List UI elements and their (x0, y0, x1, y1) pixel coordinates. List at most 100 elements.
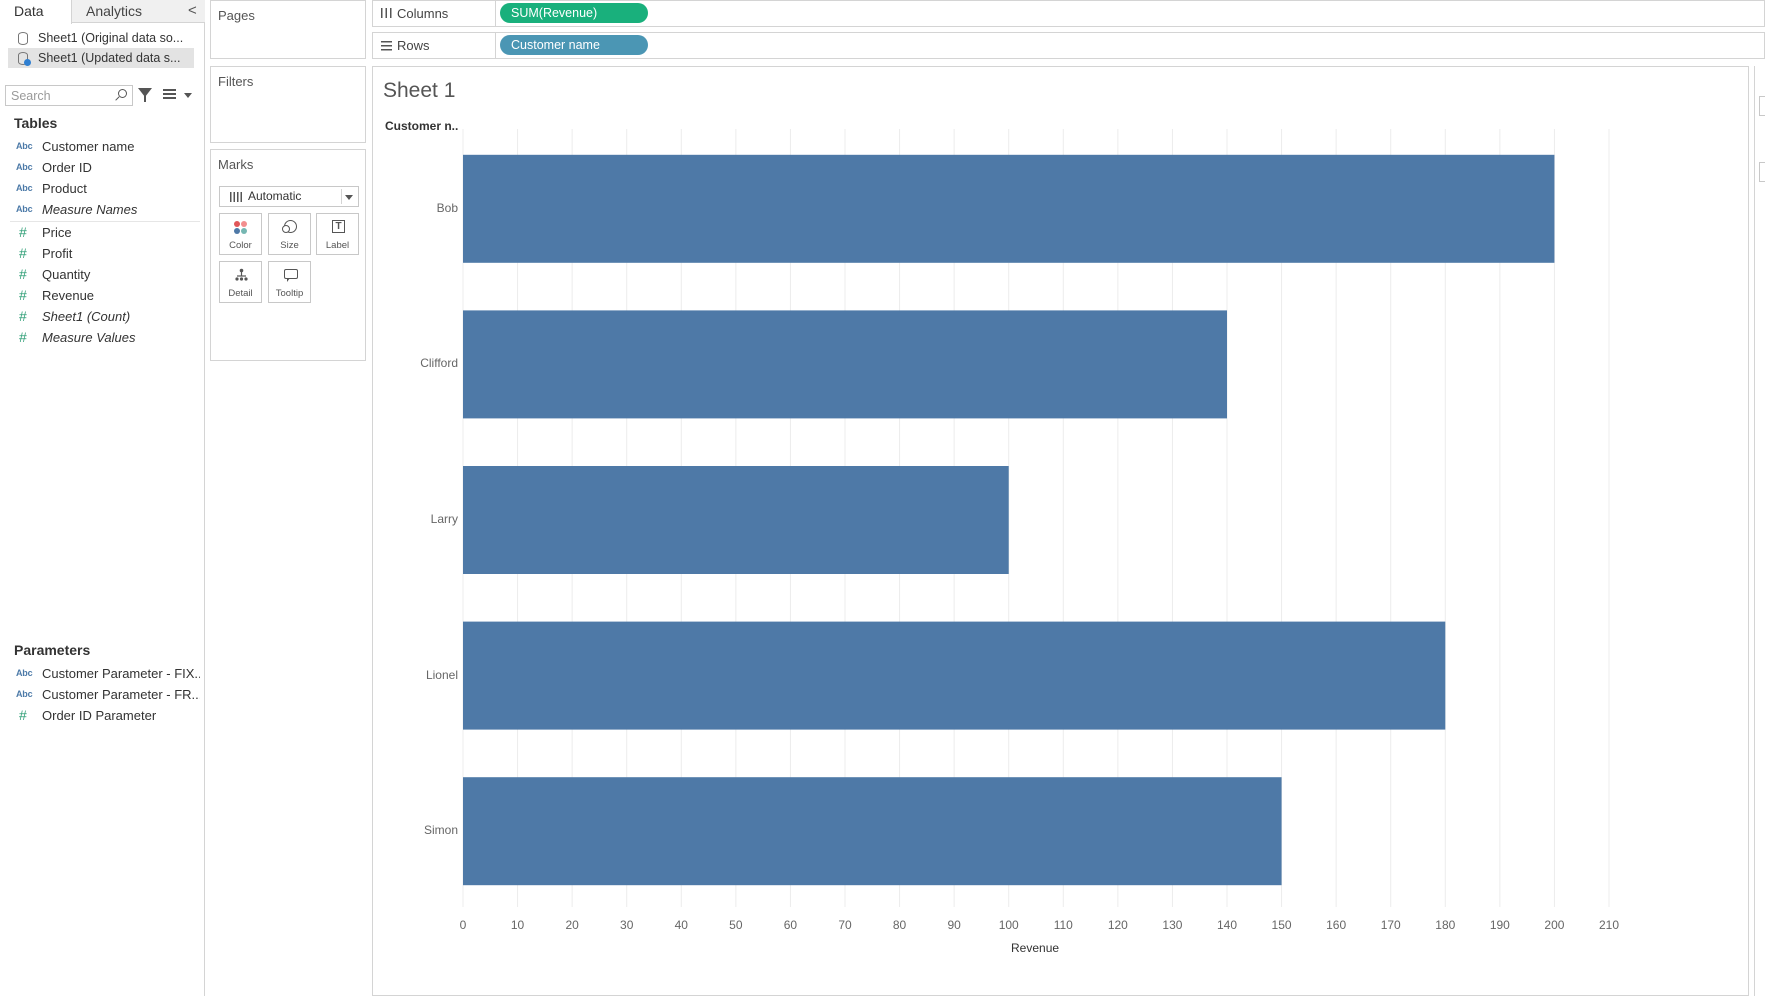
field-quantity[interactable]: # Quantity (10, 264, 200, 285)
data-source-item-selected[interactable]: Sheet1 (Updated data s... (8, 48, 194, 68)
field-measure-names[interactable]: Abc Measure Names (10, 199, 200, 220)
bar-chart-icon (230, 192, 242, 202)
parameter-label: Customer Parameter - FIX... (42, 666, 200, 681)
columns-label: Columns (397, 6, 449, 21)
chevron-down-icon (345, 195, 353, 200)
columns-pill-sum-revenue[interactable]: SUM(Revenue) (500, 3, 648, 23)
number-type-icon: # (19, 308, 27, 324)
tooltip-icon (284, 269, 298, 282)
number-type-icon: # (19, 707, 27, 723)
x-tick-label: 100 (998, 918, 1019, 932)
number-type-icon: # (19, 224, 27, 240)
field-label: Quantity (42, 267, 91, 282)
size-icon (282, 220, 297, 233)
detail-label: Detail (228, 288, 253, 299)
bar-simon[interactable] (463, 777, 1282, 886)
x-tick-label: 20 (565, 918, 579, 932)
field-measure-values[interactable]: # Measure Values (10, 327, 200, 348)
mark-type-select[interactable]: Automatic (219, 186, 359, 207)
parameter-customer-fixed[interactable]: Abc Customer Parameter - FIX... (10, 663, 200, 684)
rows-pill-customer-name[interactable]: Customer name (500, 35, 648, 55)
cards-column: Pages Filters Marks Automatic Color Size… (210, 0, 368, 996)
number-type-icon: # (19, 266, 27, 282)
bar-larry[interactable] (463, 466, 1009, 574)
search-icon[interactable] (118, 89, 127, 98)
bar-bob[interactable] (463, 154, 1555, 263)
color-button[interactable]: Color (219, 213, 262, 255)
field-customer-name[interactable]: Abc Customer name (10, 136, 200, 157)
field-product[interactable]: Abc Product (10, 178, 200, 199)
shelf-divider (495, 1, 496, 26)
parameter-customer-fr[interactable]: Abc Customer Parameter - FR... (10, 684, 200, 705)
edge-control[interactable] (1759, 96, 1765, 116)
rows-icon (381, 41, 392, 51)
field-label: Measure Values (42, 330, 136, 345)
tab-analytics[interactable]: Analytics (86, 0, 142, 23)
collapse-pane-icon[interactable]: < (188, 2, 197, 19)
tableau-workspace: Data Analytics < Sheet1 (Original data s… (0, 0, 1765, 996)
pane-tabs: Data Analytics < (0, 0, 205, 24)
columns-shelf[interactable]: Columns SUM(Revenue) (372, 0, 1765, 27)
x-tick-label: 190 (1489, 918, 1510, 932)
parameter-order-id[interactable]: # Order ID Parameter (10, 705, 200, 726)
filter-icon[interactable] (138, 88, 152, 102)
detail-button[interactable]: Detail (219, 261, 262, 303)
size-button[interactable]: Size (268, 213, 311, 255)
mark-type-value: Automatic (248, 189, 302, 203)
string-type-icon: Abc (16, 204, 33, 214)
data-pane: Data Analytics < Sheet1 (Original data s… (0, 0, 205, 996)
field-price[interactable]: # Price (10, 222, 200, 243)
size-label: Size (280, 240, 299, 251)
bar-clifford[interactable] (463, 310, 1227, 419)
parameter-label: Customer Parameter - FR... (42, 687, 200, 702)
bar-chart (462, 129, 1610, 907)
tab-data[interactable]: Data (0, 0, 72, 24)
x-tick-label: 60 (783, 918, 798, 932)
color-icon (234, 221, 248, 235)
string-type-icon: Abc (16, 689, 33, 699)
data-source-label: Sheet1 (Original data so... (38, 31, 184, 45)
x-tick-label: 70 (838, 918, 852, 932)
field-revenue[interactable]: # Revenue (10, 285, 200, 306)
x-axis-title[interactable]: Revenue (1011, 941, 1059, 955)
number-type-icon: # (19, 245, 27, 261)
filters-card[interactable]: Filters (210, 66, 366, 143)
field-sheet1-count[interactable]: # Sheet1 (Count) (10, 306, 200, 327)
x-tick-label: 110 (1053, 918, 1073, 932)
view-list-icon[interactable] (163, 89, 176, 99)
x-tick-label: 210 (1598, 918, 1620, 932)
field-label: Order ID (42, 160, 92, 175)
field-label: Product (42, 181, 87, 196)
edge-control[interactable] (1759, 162, 1765, 182)
search-input[interactable] (6, 86, 106, 105)
select-divider (341, 189, 342, 204)
rows-shelf[interactable]: Rows Customer name (372, 32, 1765, 59)
marks-card: Marks Automatic Color Size T Label Detai… (210, 149, 366, 361)
pages-card[interactable]: Pages (210, 0, 366, 59)
field-label: Customer name (42, 139, 135, 154)
color-label: Color (229, 240, 252, 251)
x-tick-label: 10 (510, 918, 525, 932)
x-tick-label: 200 (1544, 918, 1565, 932)
filters-title: Filters (218, 74, 254, 89)
text-label-icon: T (332, 220, 345, 233)
data-source-item[interactable]: Sheet1 (Original data so... (8, 28, 194, 48)
field-profit[interactable]: # Profit (10, 243, 200, 264)
bar-lionel[interactable] (463, 621, 1446, 730)
chevron-down-icon[interactable] (184, 93, 192, 98)
string-type-icon: Abc (16, 162, 33, 172)
field-label: Measure Names (42, 202, 138, 217)
string-type-icon: Abc (16, 668, 33, 678)
label-button[interactable]: T Label (316, 213, 359, 255)
pages-title: Pages (218, 8, 255, 23)
x-tick-label: 160 (1326, 918, 1347, 932)
active-source-check-icon (24, 59, 31, 66)
tooltip-button[interactable]: Tooltip (268, 261, 311, 303)
database-icon (18, 32, 28, 45)
field-order-id[interactable]: Abc Order ID (10, 157, 200, 178)
x-tick-label: 90 (947, 918, 961, 932)
detail-icon (235, 268, 248, 281)
field-label: Profit (42, 246, 73, 261)
parameters-header: Parameters (14, 642, 91, 658)
x-tick-label: 130 (1162, 918, 1183, 932)
